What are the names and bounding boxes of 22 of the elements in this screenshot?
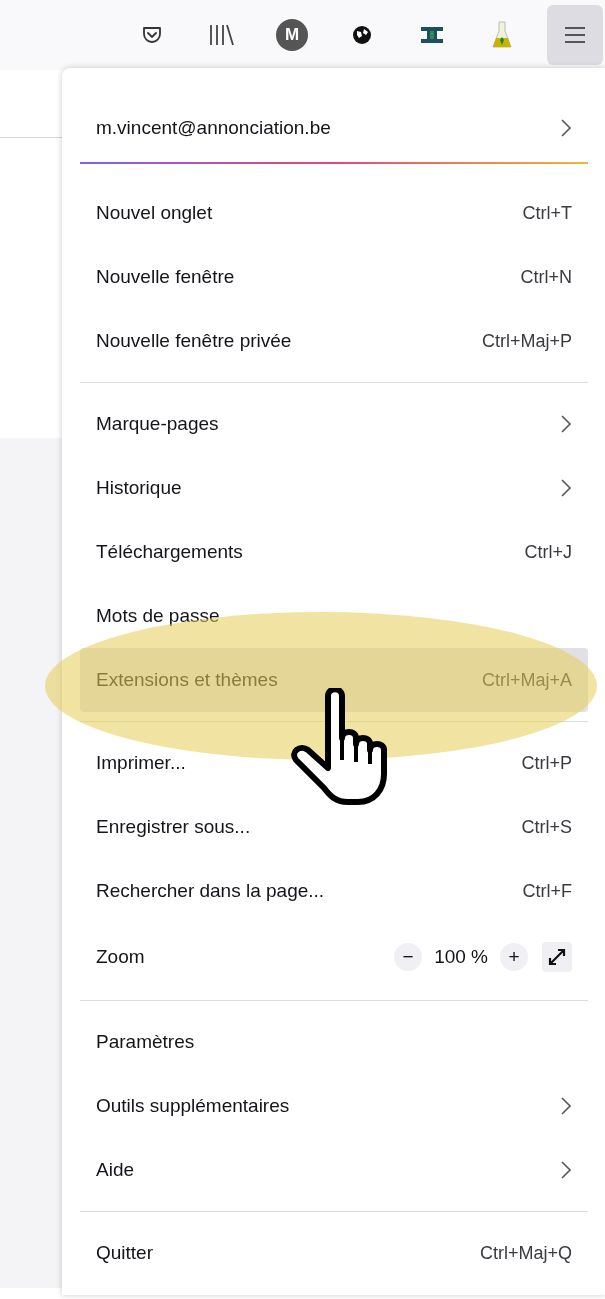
- menu-icon[interactable]: [547, 5, 603, 65]
- zoom-label: Zoom: [96, 944, 146, 969]
- fullscreen-icon[interactable]: [542, 942, 572, 972]
- menu-item[interactable]: Téléchargements Ctrl+J: [80, 520, 588, 584]
- chevron-icon: [560, 118, 572, 138]
- menu-item[interactable]: Aide: [80, 1138, 588, 1202]
- menu-item[interactable]: Enregistrer sous... Ctrl+S: [80, 795, 588, 859]
- menu-item[interactable]: Nouvelle fenêtre privée Ctrl+Maj+P: [80, 309, 588, 373]
- menu-item[interactable]: Nouvelle fenêtre Ctrl+N: [80, 245, 588, 309]
- menu-item[interactable]: Marque-pages: [80, 392, 588, 456]
- menu-item[interactable]: Paramètres: [80, 1010, 588, 1074]
- account-item[interactable]: m.vincent@annonciation.be: [80, 94, 588, 162]
- menu-item[interactable]: Nouvel onglet Ctrl+T: [80, 181, 588, 245]
- menu-item[interactable]: Imprimer... Ctrl+P: [80, 731, 588, 795]
- zoom-out-button[interactable]: −: [394, 943, 423, 971]
- menu-item[interactable]: Historique: [80, 456, 588, 520]
- menu-item[interactable]: Mots de passe: [80, 584, 588, 648]
- menu-item[interactable]: Outils supplémentaires: [80, 1074, 588, 1138]
- menu-item[interactable]: Quitter Ctrl+Maj+Q: [80, 1221, 588, 1285]
- zoom-in-button[interactable]: +: [500, 943, 528, 971]
- zoom-reset-button[interactable]: 100 %: [434, 942, 488, 972]
- menu-item[interactable]: Rechercher dans la page... Ctrl+F: [80, 859, 588, 923]
